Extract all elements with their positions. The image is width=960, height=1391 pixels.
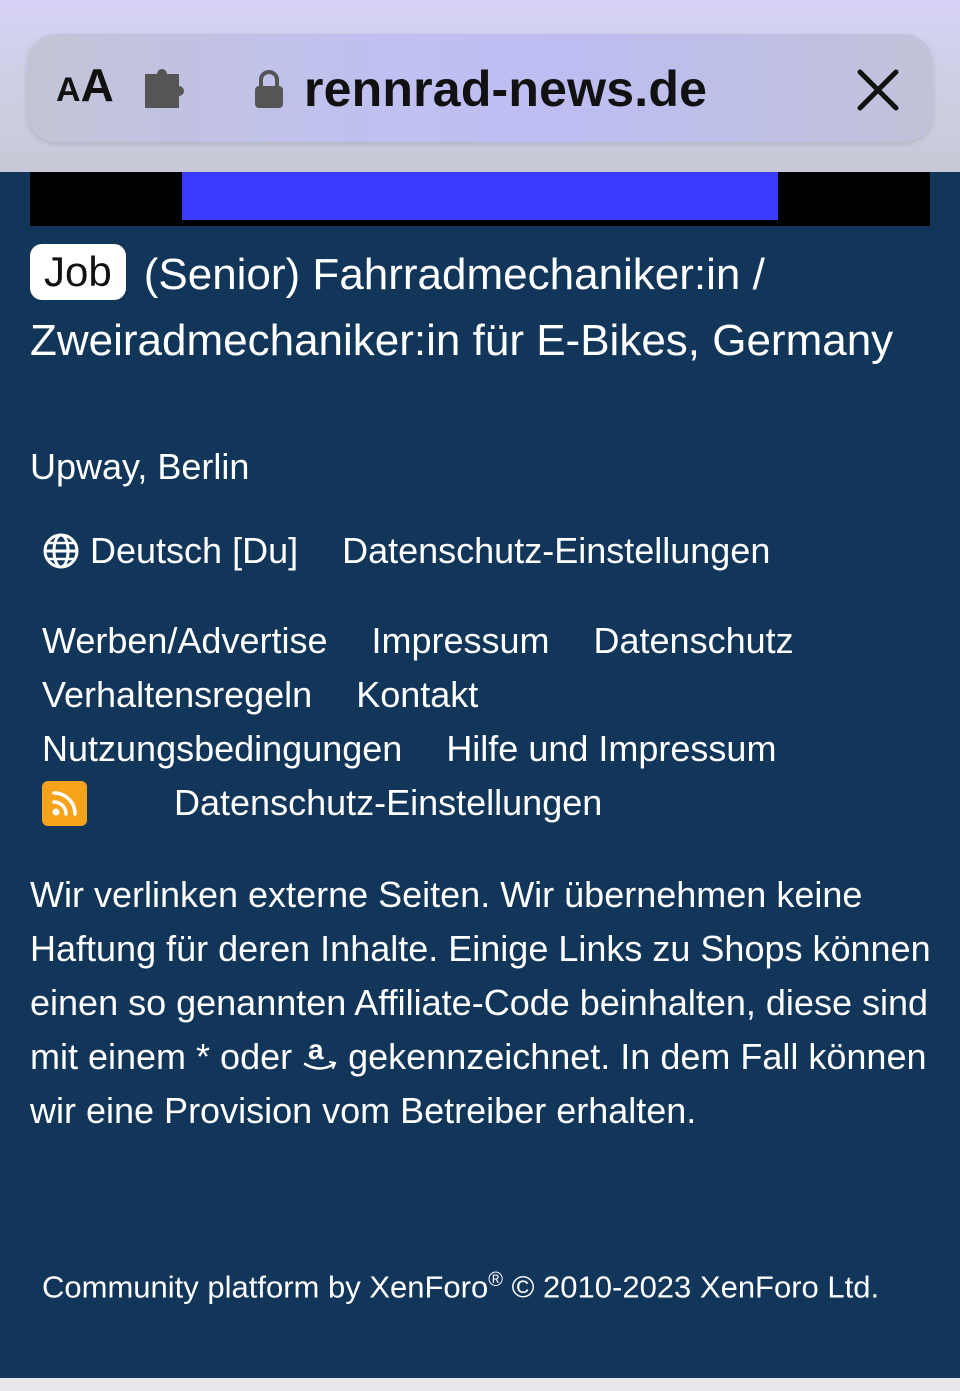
footer-link-advertise[interactable]: Werben/Advertise bbox=[42, 614, 327, 668]
amazon-icon: a bbox=[303, 1035, 337, 1070]
privacy-settings-link-bottom[interactable]: Datenschutz-Einstellungen bbox=[174, 776, 602, 830]
text-size-button[interactable]: AA bbox=[56, 62, 114, 108]
privacy-settings-link-top[interactable]: Datenschutz-Einstellungen bbox=[342, 530, 770, 572]
job-title-block: Job (Senior) Fahrradmechaniker:in / Zweir… bbox=[30, 242, 930, 374]
footer-links: Werben/Advertise Impressum Datenschutz V… bbox=[42, 614, 922, 830]
affiliate-disclaimer: Wir verlinken externe Seiten. Wir überne… bbox=[30, 868, 940, 1138]
job-badge: Job bbox=[30, 244, 126, 300]
browser-address-bar: AA rennrad-news.de bbox=[0, 0, 960, 172]
lock-icon bbox=[255, 70, 283, 108]
copyright-text: © 2010-2023 XenForo Ltd. bbox=[502, 1269, 880, 1305]
ad-banner[interactable] bbox=[30, 172, 930, 226]
footer-link-verhaltensregeln[interactable]: Verhaltensregeln bbox=[42, 668, 312, 722]
footer-link-impressum[interactable]: Impressum bbox=[371, 614, 549, 668]
copyright-link-xenforo[interactable]: Community platform by XenForo bbox=[42, 1269, 488, 1304]
job-title: (Senior) Fahrradmechaniker:in / Zweiradm… bbox=[30, 250, 894, 365]
globe-icon bbox=[43, 533, 79, 569]
bottom-toolbar-edge bbox=[0, 1378, 960, 1391]
close-icon[interactable] bbox=[856, 68, 900, 112]
copyright: Community platform by XenForo® © 2010-20… bbox=[42, 1258, 922, 1309]
language-row: Deutsch [Du] Datenschutz-Einstellungen bbox=[42, 530, 770, 572]
text-size-small-label: A bbox=[56, 71, 81, 109]
footer-link-kontakt[interactable]: Kontakt bbox=[356, 668, 478, 722]
url-text[interactable]: rennrad-news.de bbox=[304, 60, 707, 118]
rss-icon[interactable] bbox=[42, 780, 87, 826]
extension-icon[interactable] bbox=[143, 68, 191, 110]
copyright-registered-mark: ® bbox=[488, 1269, 503, 1291]
ad-banner-image[interactable] bbox=[182, 172, 778, 220]
footer-link-datenschutz[interactable]: Datenschutz bbox=[594, 614, 794, 668]
language-chooser[interactable]: Deutsch [Du] bbox=[90, 530, 298, 572]
footer-link-hilfe[interactable]: Hilfe und Impressum bbox=[446, 722, 776, 776]
job-company: Upway, Berlin bbox=[30, 446, 250, 487]
footer-link-nutzungsbedingungen[interactable]: Nutzungsbedingungen bbox=[42, 722, 402, 776]
text-size-big-label: A bbox=[80, 59, 114, 111]
svg-text:a: a bbox=[308, 1035, 324, 1065]
